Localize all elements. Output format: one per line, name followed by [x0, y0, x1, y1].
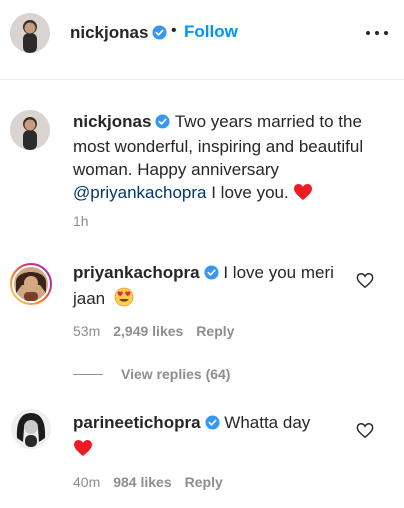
- verified-badge-icon: [152, 25, 167, 45]
- replies-divider: [73, 373, 103, 375]
- more-dot: [375, 31, 379, 35]
- comment-likes[interactable]: 2,949 likes: [113, 323, 183, 339]
- caption-text: nickjonas Two years married to the most …: [73, 110, 393, 207]
- more-options-icon[interactable]: [366, 24, 388, 42]
- verified-badge-icon: [204, 263, 219, 287]
- commenter-username[interactable]: parineetichopra: [73, 413, 201, 432]
- caption-avatar[interactable]: [10, 110, 50, 150]
- author-avatar[interactable]: [10, 13, 50, 53]
- separator-dot: •: [171, 22, 177, 39]
- author-username-text[interactable]: nickjonas: [70, 23, 148, 42]
- reply-button[interactable]: Reply: [185, 474, 223, 490]
- mention-link[interactable]: @priyankachopra: [73, 183, 207, 202]
- heart-outline-icon[interactable]: [356, 422, 374, 439]
- comment-meta: 40m 984 likes Reply: [73, 474, 223, 490]
- verified-badge-icon: [205, 413, 220, 437]
- commenter-avatar[interactable]: [10, 408, 52, 450]
- heart-eyes-emoji: [114, 287, 134, 314]
- commenter-username[interactable]: priyankachopra: [73, 263, 200, 282]
- view-replies-button[interactable]: View replies (64): [73, 366, 230, 382]
- reply-button[interactable]: Reply: [196, 323, 234, 339]
- heart-outline-icon[interactable]: [356, 272, 374, 289]
- comment-likes[interactable]: 984 likes: [113, 474, 171, 490]
- author-username[interactable]: nickjonas: [70, 23, 167, 45]
- comment-body: Whatta day: [224, 413, 311, 432]
- more-dot: [384, 31, 388, 35]
- commenter-avatar[interactable]: [10, 263, 52, 305]
- comment-meta: 53m 2,949 likes Reply: [73, 323, 234, 339]
- red-heart-emoji: [293, 183, 313, 207]
- post-header: nickjonas • Follow: [0, 0, 404, 80]
- caption-body-end: I love you.: [211, 183, 289, 202]
- red-heart-emoji: [73, 439, 93, 464]
- comment-timestamp[interactable]: 40m: [73, 474, 100, 490]
- view-replies-label[interactable]: View replies (64): [121, 366, 230, 382]
- follow-button[interactable]: Follow: [184, 22, 238, 42]
- caption-timestamp[interactable]: 1h: [73, 213, 89, 229]
- comment-text: priyankachopra I love you meri jaan: [73, 261, 348, 314]
- more-dot: [366, 31, 370, 35]
- caption-username[interactable]: nickjonas: [73, 112, 151, 131]
- verified-badge-icon: [155, 112, 170, 135]
- comment-timestamp[interactable]: 53m: [73, 323, 100, 339]
- comment-text: parineetichopra Whatta day: [73, 411, 348, 464]
